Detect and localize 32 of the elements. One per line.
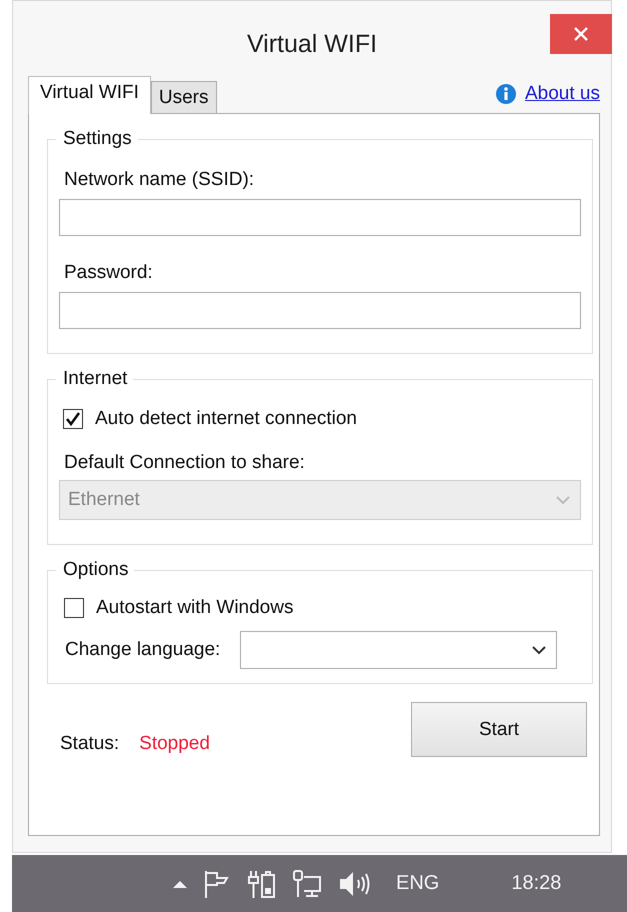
group-title: Settings — [62, 128, 133, 150]
checkbox-label: Autostart with Windows — [96, 597, 294, 619]
window-title: Virtual WIFI — [246, 30, 378, 58]
checkbox[interactable] — [63, 409, 83, 429]
close-icon — [573, 26, 589, 42]
dropdown-value: Ethernet — [68, 489, 140, 511]
input-field[interactable] — [59, 199, 581, 236]
chevron-down-icon — [532, 646, 546, 654]
checkbox-label: Auto detect internet connection — [95, 408, 357, 430]
field-label: Default Connection to share: — [64, 452, 306, 474]
network-icon[interactable] — [292, 868, 324, 898]
status-value: Stopped — [139, 733, 210, 755]
battery-plug-icon[interactable] — [246, 868, 278, 898]
chevron-down-icon — [556, 496, 570, 504]
field-label: Password: — [64, 262, 154, 284]
start-button[interactable]: Start — [411, 702, 587, 757]
info-icon — [495, 83, 517, 105]
tab[interactable]: Virtual WIFI — [28, 76, 151, 114]
input-field[interactable] — [59, 292, 581, 329]
status-label: Status: — [60, 733, 120, 755]
up-arrow-icon[interactable] — [172, 878, 188, 888]
clock[interactable]: 18:28 — [511, 872, 562, 895]
field-label: Change language: — [65, 639, 220, 661]
language-indicator[interactable]: ENG — [396, 872, 440, 895]
group-title: Internet — [62, 368, 128, 390]
tab[interactable]: Users — [150, 81, 217, 113]
check-icon — [65, 411, 81, 427]
field-label: Network name (SSID): — [64, 169, 256, 191]
about-link[interactable]: About us — [525, 83, 600, 105]
close-button[interactable] — [550, 14, 612, 54]
group-title: Options — [62, 559, 130, 581]
checkbox[interactable] — [64, 598, 84, 618]
